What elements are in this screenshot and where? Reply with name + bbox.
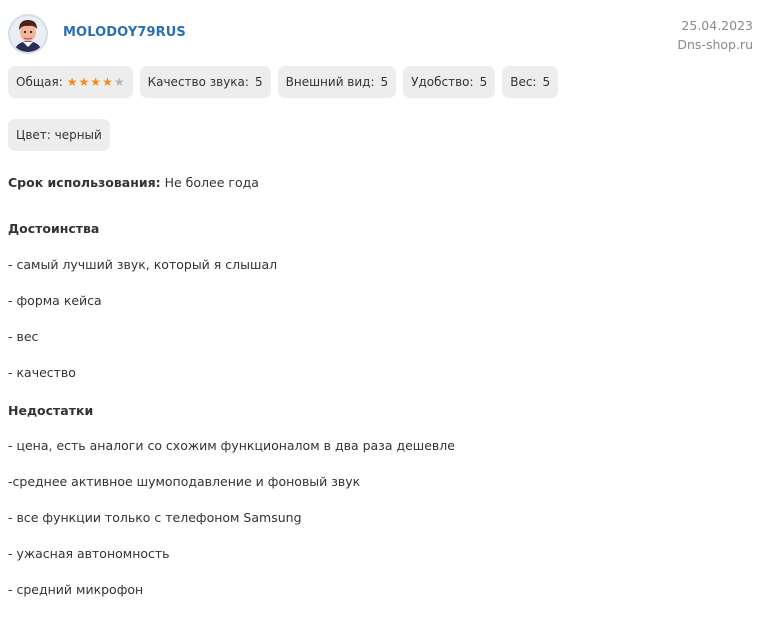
rating-label: Внешний вид:	[285, 75, 375, 89]
usage-value: Не более года	[164, 175, 259, 190]
star-filled-icon: ★	[66, 75, 78, 89]
pros-item: - самый лучший звук, который я слышал	[8, 257, 278, 272]
ratings-row: Общая: ★ ★ ★ ★ ★ Качество звука: 5 Внешний в…	[8, 66, 559, 98]
star-filled-icon: ★	[90, 75, 102, 89]
cons-item: -среднее активное шумоподавление и фонов…	[8, 474, 361, 489]
cons-item: - средний микрофон	[8, 582, 144, 597]
rating-value: 5	[380, 75, 389, 89]
rating-stars: ★ ★ ★ ★ ★	[67, 76, 125, 88]
star-filled-icon: ★	[102, 75, 113, 89]
pros-title: Достоинства	[8, 221, 100, 236]
pros-item: - вес	[8, 329, 39, 344]
color-label: Цвет: черный	[16, 128, 102, 142]
pros-item: - качество	[8, 365, 76, 380]
rating-chip-weight: Вес: 5	[502, 66, 559, 98]
avatar[interactable]	[8, 14, 48, 54]
rating-label: Удобство:	[411, 75, 474, 89]
rating-value: 5	[542, 75, 551, 89]
rating-value: 5	[254, 75, 263, 89]
cons-item: - цена, есть аналоги со схожим функциона…	[8, 438, 455, 453]
star-empty-icon: ★	[113, 75, 125, 89]
rating-chip-appearance: Внешний вид: 5	[277, 66, 397, 98]
color-chip: Цвет: черный	[8, 119, 110, 151]
review-header: MOLODOY79RUS 25.04.2023 Dns-shop.ru	[8, 12, 753, 56]
rating-label: Качество звука:	[147, 75, 249, 89]
rating-label-overall: Общая:	[16, 75, 63, 89]
cons-title: Недостатки	[8, 403, 94, 418]
pros-item: - форма кейса	[8, 293, 102, 308]
rating-chip-overall: Общая: ★ ★ ★ ★ ★	[8, 66, 133, 98]
review-date: 25.04.2023	[681, 18, 753, 33]
cons-item: - все функции только с телефоном Samsung	[8, 510, 302, 525]
cons-item: - ужасная автономность	[8, 546, 170, 561]
usage-label: Срок использования:	[8, 175, 161, 190]
avatar-image	[10, 16, 46, 52]
star-filled-icon: ★	[78, 75, 90, 89]
rating-label: Вес:	[510, 75, 537, 89]
review-meta: 25.04.2023 Dns-shop.ru	[677, 16, 753, 54]
rating-chip-comfort: Удобство: 5	[403, 66, 496, 98]
rating-chip-sound: Качество звука: 5	[139, 66, 271, 98]
author-name-link[interactable]: MOLODOY79RUS	[63, 25, 186, 40]
rating-value: 5	[479, 75, 488, 89]
review-source: Dns-shop.ru	[677, 37, 753, 52]
usage-line: Срок использования: Не более года	[8, 174, 259, 192]
